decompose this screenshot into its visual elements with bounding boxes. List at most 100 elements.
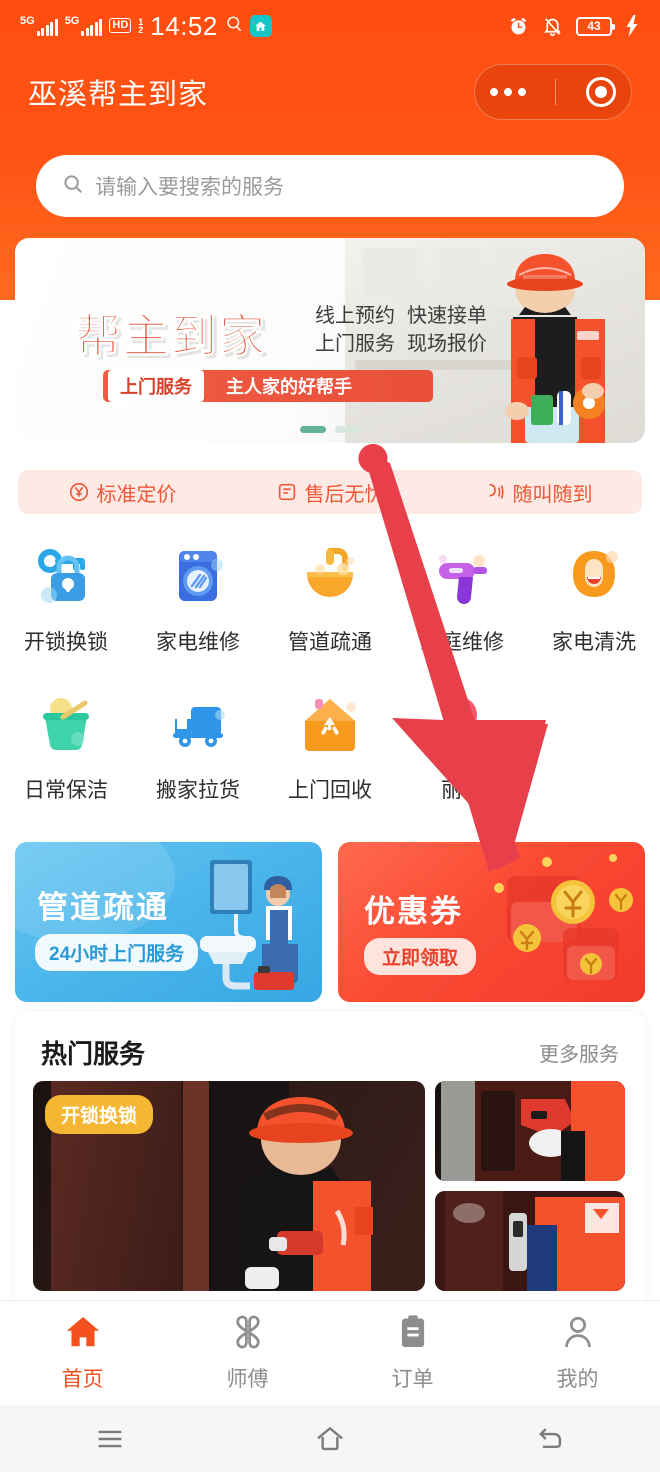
service-item-pipe-dredging[interactable]: 管道疏通 — [264, 532, 396, 656]
carousel-dot-active[interactable] — [299, 426, 326, 433]
status-bar-right: 43 — [508, 15, 640, 37]
network-type-1-label: 5G — [20, 15, 35, 27]
alarm-icon — [508, 16, 529, 37]
tab-profile[interactable]: 我的 — [495, 1301, 660, 1405]
signal-2: 5G — [65, 16, 103, 36]
promo-card-pipe-dredging[interactable]: 管道疏通 24小时上门服务 — [15, 842, 322, 1002]
beauty-icon — [426, 688, 498, 760]
feature-label: 售后无忧 — [304, 483, 385, 506]
tab-orders[interactable]: 订单 — [330, 1301, 495, 1405]
home-outline-icon[interactable] — [275, 1405, 385, 1472]
yuan-circle-icon — [69, 482, 88, 502]
service-item-home-repair[interactable]: 家庭维修 — [396, 532, 528, 656]
signal-1: 5G — [20, 16, 58, 36]
signal-bars-2-icon — [81, 19, 103, 36]
promo-title: 管道疏通 — [37, 890, 169, 925]
promo-card-row: 管道疏通 24小时上门服务 优惠券 立即领取 — [15, 842, 645, 1002]
promo-title: 优惠券 — [364, 894, 463, 929]
capsule-divider — [555, 79, 557, 105]
bell-muted-icon — [542, 16, 563, 37]
recents-icon[interactable] — [55, 1405, 165, 1472]
service-label: 家电维修 — [156, 631, 240, 654]
target-circle-icon[interactable] — [586, 77, 617, 107]
message-icon — [225, 15, 243, 38]
service-label: 家电清洗 — [552, 631, 636, 654]
carousel-dot[interactable] — [334, 426, 361, 433]
service-item-appliance-cleaning[interactable]: 家电清洗 — [528, 532, 660, 656]
service-item-recycling[interactable]: 上门回收 — [264, 680, 396, 804]
service-item-beauty[interactable]: 丽人 — [396, 680, 528, 804]
tab-home[interactable]: 首页 — [0, 1301, 165, 1405]
service-item-daily-cleaning[interactable]: 日常保洁 — [0, 680, 132, 804]
service-grid-empty-slot — [528, 680, 660, 804]
banner-sub-2a: 上门服务 — [315, 333, 395, 355]
hair-person-icon — [558, 540, 630, 612]
service-thumbnail[interactable] — [435, 1081, 625, 1181]
back-icon[interactable] — [495, 1405, 605, 1472]
battery-level-label: 43 — [587, 19, 601, 33]
cleaning-bucket-icon — [30, 688, 102, 760]
sim-bottom-label: 2 — [138, 24, 144, 35]
tab-masters[interactable]: 师傅 — [165, 1301, 330, 1405]
promo-card-coupon[interactable]: 优惠券 立即领取 — [338, 842, 645, 1002]
service-label: 丽人 — [441, 779, 483, 802]
bottom-tab-bar: 首页 师傅 订单 我的 — [0, 1300, 660, 1405]
service-item-moving[interactable]: 搬家拉货 — [132, 680, 264, 804]
feature-label: 标准定价 — [96, 483, 177, 506]
home-chip-icon — [249, 15, 272, 37]
tab-label: 订单 — [391, 1368, 434, 1391]
banner-subtitle: 线上预约 快速接单 上门服务 现场报价 — [315, 302, 499, 358]
more-dots-icon[interactable] — [489, 88, 526, 96]
carousel-indicators[interactable] — [15, 426, 645, 433]
sim-indicator-icon: 1 2 — [138, 17, 144, 35]
phone-call-icon — [488, 483, 504, 499]
service-thumbnail-list — [435, 1081, 625, 1291]
service-label: 搬家拉货 — [156, 779, 240, 802]
more-services-link[interactable]: 更多服务 — [539, 1038, 619, 1067]
service-item-appliance-repair[interactable]: 家电维修 — [132, 532, 264, 656]
lock-key-icon — [30, 540, 102, 612]
hot-services-section: 热门服务 更多服务 开锁换锁 — [15, 1012, 645, 1312]
door-frame — [441, 1081, 475, 1181]
search-icon — [62, 173, 84, 200]
hot-services-header: 热门服务 更多服务 — [15, 1012, 645, 1081]
service-category-grid: 开锁换锁 家电维修 管道疏通 家庭维修 家电清洗 日常保洁 搬家拉货 上门回收 … — [0, 532, 660, 804]
hot-services-media: 开锁换锁 — [15, 1081, 645, 1291]
person-icon — [559, 1313, 597, 1356]
banner-badge: 上门服务 主人家的好帮手 — [103, 370, 433, 402]
service-thumbnail[interactable] — [435, 1191, 625, 1291]
signal-bars-1-icon — [36, 19, 58, 36]
hd-icon: HD — [109, 18, 132, 33]
service-label: 管道疏通 — [288, 631, 372, 654]
service-label: 日常保洁 — [24, 779, 108, 802]
service-label: 开锁换锁 — [24, 631, 108, 654]
drill-icon — [426, 540, 498, 612]
status-bar-left: 5G 5G HD 1 2 14:52 — [20, 11, 272, 42]
truck-icon — [162, 688, 234, 760]
faucet-sink-icon — [294, 540, 366, 612]
miniprogram-capsule[interactable] — [474, 64, 632, 120]
tab-label: 首页 — [61, 1368, 104, 1391]
feature-on-call: 随叫随到 — [484, 478, 593, 507]
search-bar[interactable]: 请输入要搜索的服务 — [36, 155, 624, 217]
service-grid-row-2: 日常保洁 搬家拉货 上门回收 丽人 — [0, 680, 660, 804]
locksmith-worker-figure — [245, 1097, 373, 1291]
featured-service-photo[interactable]: 开锁换锁 — [33, 1081, 425, 1291]
feature-standard-pricing: 标准定价 — [68, 478, 177, 507]
promo-banner-carousel[interactable]: 帮主到家 线上预约 快速接单 上门服务 现场报价 上门服务 主人家的好帮手 — [15, 238, 645, 443]
plumber-sink-icon — [200, 860, 298, 990]
service-grid-row-1: 开锁换锁 家电维修 管道疏通 家庭维修 家电清洗 — [0, 532, 660, 656]
washing-machine-icon — [162, 540, 234, 612]
network-type-2-label: 5G — [64, 15, 80, 27]
charging-bolt-icon — [625, 15, 640, 37]
search-input[interactable]: 请输入要搜索的服务 — [95, 171, 284, 201]
home-icon — [64, 1313, 102, 1356]
banner-badge-right-label: 主人家的好帮手 — [226, 377, 352, 397]
aftersales-icon — [278, 483, 295, 501]
recycle-house-icon — [294, 688, 366, 760]
status-bar-clock: 14:52 — [150, 10, 218, 41]
service-item-unlock[interactable]: 开锁换锁 — [0, 532, 132, 656]
banner-badge-left-label: 上门服务 — [108, 370, 204, 402]
banner-sub-1a: 线上预约 — [315, 305, 395, 327]
clover-icon — [229, 1313, 267, 1356]
